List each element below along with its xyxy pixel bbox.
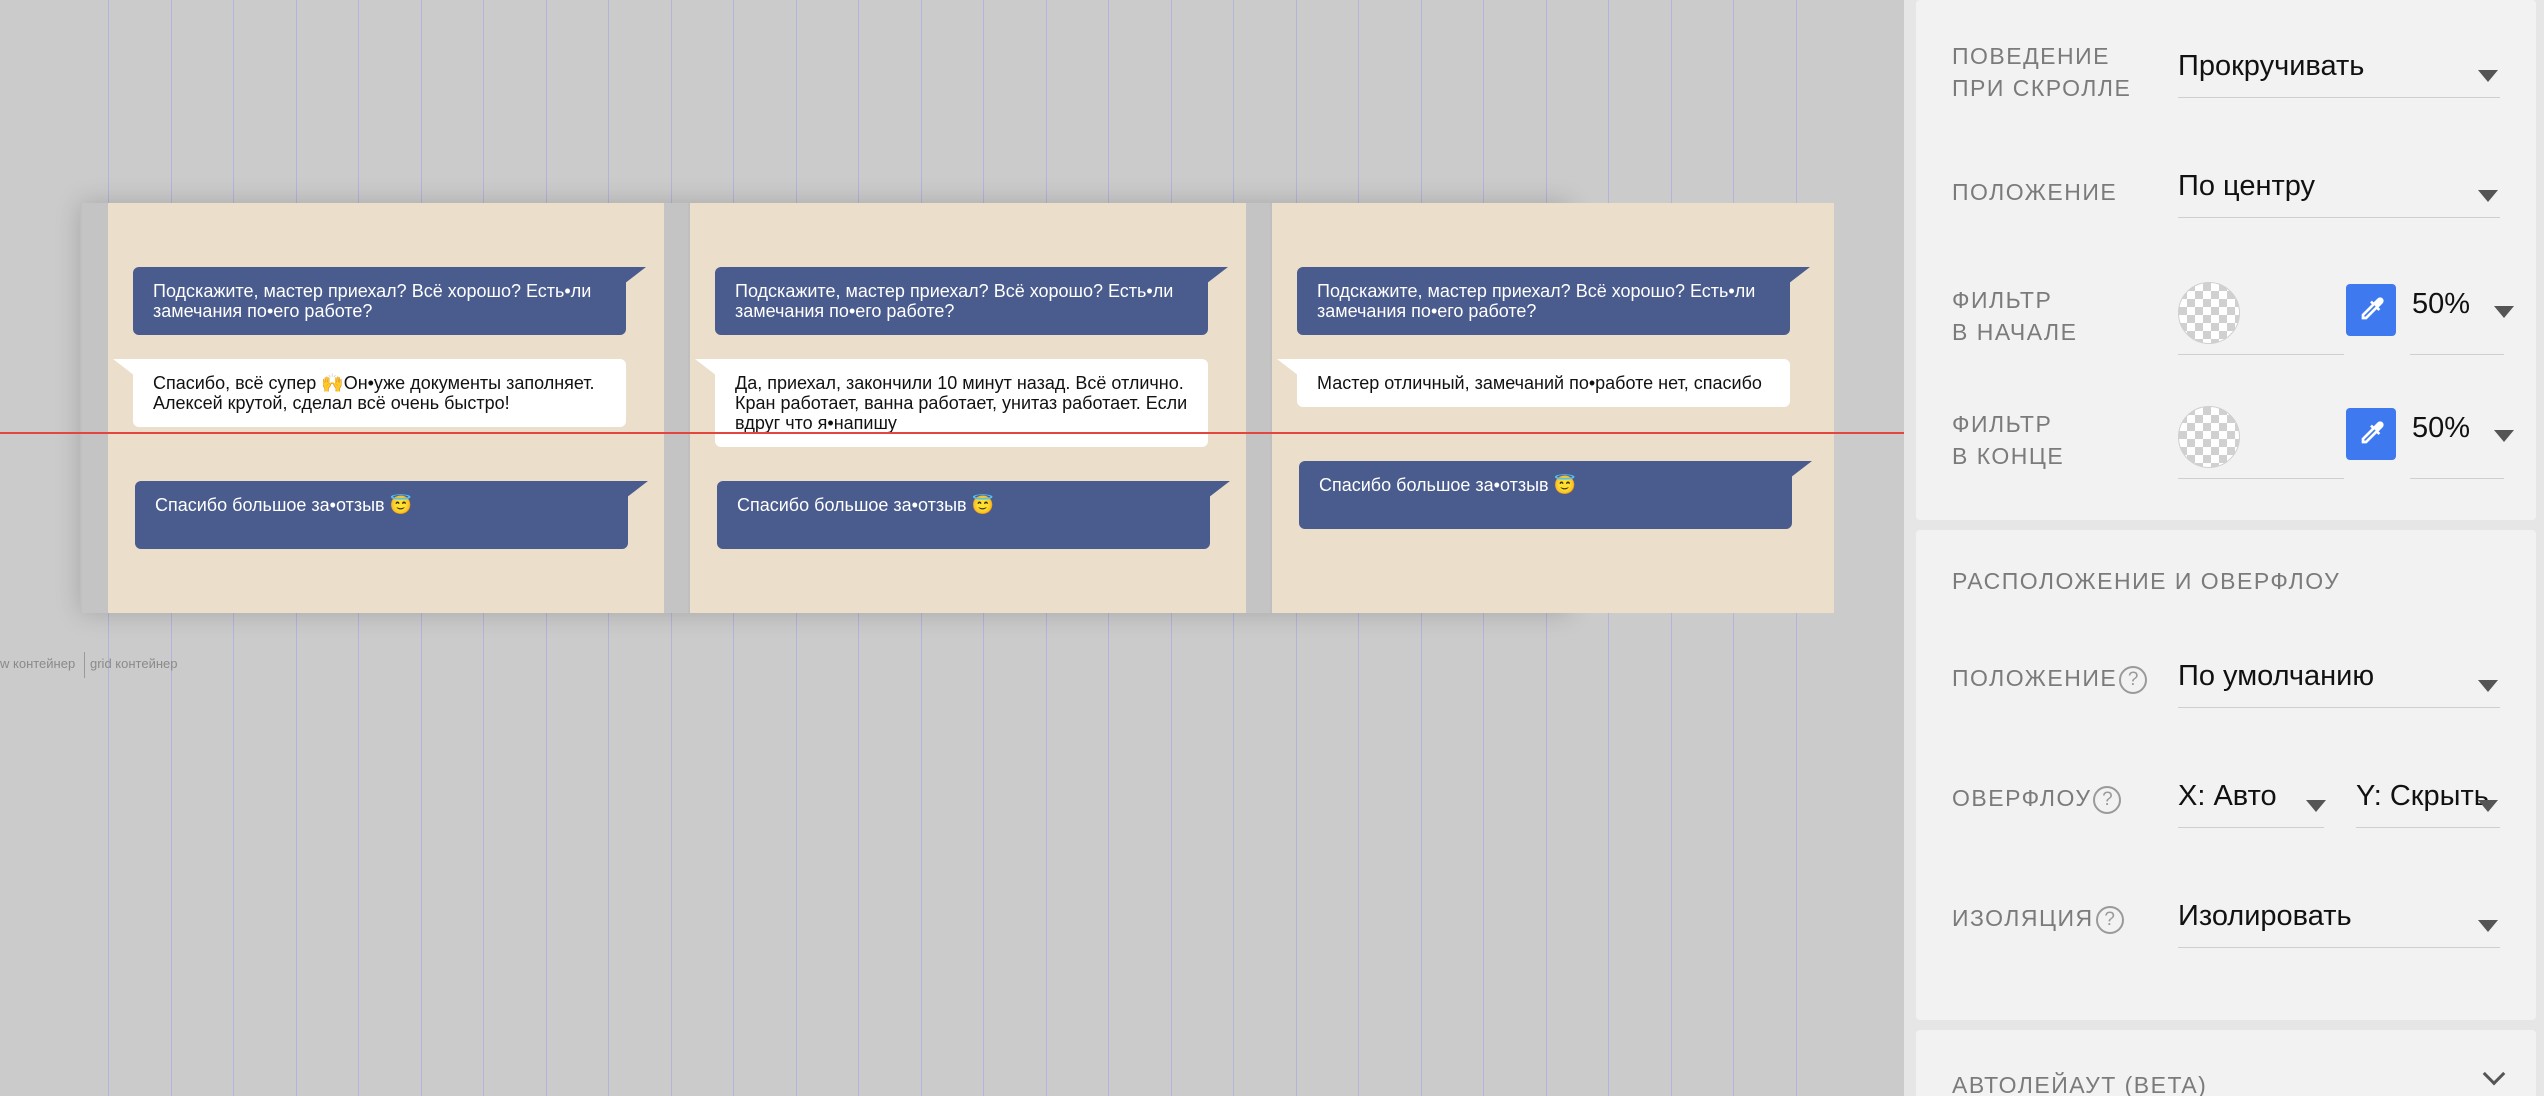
help-icon[interactable]: ? (2095, 905, 2124, 934)
section-title: АВТОЛЕЙАУТ (BETA) (1952, 1072, 2208, 1096)
isolation-select[interactable]: Изолировать (2178, 896, 2500, 948)
caret-down-icon[interactable] (2494, 430, 2514, 442)
background-section: ПОВЕДЕНИЕ ПРИ СКРОЛЛЕ Прокручивать ПОЛОЖ… (1916, 0, 2536, 520)
card-edge (1246, 203, 1270, 613)
overflow-label: ОВЕРФЛОУ? (1952, 782, 2122, 814)
chat-card-2[interactable]: Подскажите, мастер приехал? Всё хорошо? … (690, 203, 1252, 613)
isolation-label: ИЗОЛЯЦИЯ? (1952, 902, 2124, 934)
card-edge (82, 203, 108, 613)
question-text: Подскажите, мастер приехал? Всё хорошо? … (735, 281, 1174, 321)
label-text: ОВЕРФЛОУ (1952, 785, 2092, 811)
label-line: ФИЛЬТР (1952, 411, 2053, 437)
select-value: Изолировать (2178, 900, 2352, 932)
value-underline (2410, 478, 2504, 479)
filter-start-value[interactable]: 50% (2412, 288, 2470, 321)
layout-overflow-section: РАСПОЛОЖЕНИЕ И ОВЕРФЛОУ ПОЛОЖЕНИЕ? По ум… (1916, 530, 2536, 1020)
question-bubble: Подскажите, мастер приехал? Всё хорошо? … (1297, 267, 1810, 335)
caret-down-icon (2478, 680, 2498, 692)
bubble-tail (622, 481, 648, 501)
card-edge (664, 203, 688, 613)
overflow-x-select[interactable]: X: Авто (2178, 776, 2326, 828)
eyedropper-button[interactable] (2346, 408, 2396, 460)
question-text: Подскажите, мастер приехал? Всё хорошо? … (153, 281, 592, 321)
label-line: В НАЧАЛЕ (1952, 319, 2078, 345)
question-bubble: Подскажите, мастер приехал? Всё хорошо? … (715, 267, 1228, 335)
answer-text: Мастер отличный, замечаний по•работе нет… (1317, 373, 1762, 393)
grid-container-caption[interactable]: grid контейнер (90, 656, 177, 671)
red-guide-line (0, 432, 1904, 434)
filter-end-label: ФИЛЬТР В КОНЦЕ (1952, 408, 2064, 472)
filter-start-label: ФИЛЬТР В НАЧАЛЕ (1952, 284, 2078, 348)
help-icon[interactable]: ? (2119, 665, 2148, 694)
thanks-text: Спасибо большое за•отзыв 😇 (737, 495, 994, 515)
chat-card-1[interactable]: Подскажите, мастер приехал? Всё хорошо? … (108, 203, 670, 613)
swatch-underline (2178, 354, 2344, 355)
help-icon[interactable]: ? (2093, 785, 2122, 814)
layout-position-select[interactable]: По умолчанию (2178, 656, 2500, 708)
design-canvas[interactable]: Подскажите, мастер приехал? Всё хорошо? … (0, 0, 1904, 1096)
caret-down-icon (2478, 70, 2498, 82)
eyedropper-button[interactable] (2346, 284, 2396, 336)
section-title: РАСПОЛОЖЕНИЕ И ОВЕРФЛОУ (1952, 568, 2341, 594)
bubble-tail (1204, 481, 1230, 501)
question-bubble: Подскажите, мастер приехал? Всё хорошо? … (133, 267, 646, 335)
caret-down-icon (2478, 190, 2498, 202)
eyedropper-icon (2361, 421, 2384, 444)
bubble-tail (1786, 461, 1812, 481)
select-value: Y: Скрыть (2356, 780, 2489, 812)
label-line: ФИЛЬТР (1952, 287, 2053, 313)
thanks-text: Спасибо большое за•отзыв 😇 (155, 495, 412, 515)
select-value: X: Авто (2178, 780, 2277, 812)
value-underline (2410, 354, 2504, 355)
answer-text: Да, приехал, закончили 10 минут назад. В… (735, 373, 1188, 433)
chat-card-3[interactable]: Подскажите, мастер приехал? Всё хорошо? … (1272, 203, 1834, 613)
caret-down-icon (2478, 920, 2498, 932)
chevron-down-icon[interactable] (2482, 1062, 2506, 1086)
label-line: ПОВЕДЕНИЕ (1952, 43, 2111, 69)
label-text: ПОЛОЖЕНИЕ (1952, 665, 2118, 691)
eyedropper-icon (2361, 297, 2384, 320)
answer-text: Спасибо, всё супер 🙌Он•уже документы зап… (153, 373, 595, 413)
caret-down-icon[interactable] (2494, 306, 2514, 318)
thanks-bubble: Спасибо большое за•отзыв 😇 (717, 481, 1230, 549)
autolayout-section[interactable]: АВТОЛЕЙАУТ (BETA) (1916, 1030, 2536, 1096)
scroll-behavior-label: ПОВЕДЕНИЕ ПРИ СКРОЛЛЕ (1952, 40, 2131, 104)
bubble-tail (695, 359, 721, 379)
caption-divider (84, 652, 85, 678)
swatch-underline (2178, 478, 2344, 479)
answer-bubble: Спасибо, всё супер 🙌Он•уже документы зап… (113, 359, 626, 427)
position-select[interactable]: По центру (2178, 166, 2500, 218)
layout-position-label: ПОЛОЖЕНИЕ? (1952, 662, 2148, 694)
filter-end-value[interactable]: 50% (2412, 412, 2470, 445)
question-text: Подскажите, мастер приехал? Всё хорошо? … (1317, 281, 1756, 321)
bubble-tail (113, 359, 139, 379)
select-value: Прокручивать (2178, 50, 2365, 82)
label-line: В КОНЦЕ (1952, 443, 2065, 469)
thanks-bubble: Спасибо большое за•отзыв 😇 (1299, 461, 1812, 529)
position-label: ПОЛОЖЕНИЕ (1952, 179, 2118, 205)
thanks-text: Спасибо большое за•отзыв 😇 (1319, 475, 1576, 495)
thanks-bubble: Спасибо большое за•отзыв 😇 (135, 481, 648, 549)
properties-panel: ПОВЕДЕНИЕ ПРИ СКРОЛЛЕ Прокручивать ПОЛОЖ… (1904, 0, 2544, 1096)
caret-down-icon (2306, 800, 2326, 812)
answer-bubble: Мастер отличный, замечаний по•работе нет… (1277, 359, 1790, 407)
label-text: ИЗОЛЯЦИЯ (1952, 905, 2094, 931)
label-line: ПРИ СКРОЛЛЕ (1952, 75, 2132, 101)
bubble-tail (620, 267, 646, 287)
bubble-tail (1784, 267, 1810, 287)
bubble-tail (1202, 267, 1228, 287)
bubble-tail (1277, 359, 1303, 379)
select-value: По центру (2178, 170, 2316, 202)
scroll-behavior-select[interactable]: Прокручивать (2178, 46, 2500, 98)
overflow-y-select[interactable]: Y: Скрыть (2356, 776, 2500, 828)
transparent-swatch-icon[interactable] (2178, 406, 2240, 468)
caret-down-icon (2478, 800, 2498, 812)
flex-container-caption[interactable]: w контейнер (0, 656, 75, 671)
transparent-swatch-icon[interactable] (2178, 282, 2240, 344)
select-value: По умолчанию (2178, 660, 2375, 692)
